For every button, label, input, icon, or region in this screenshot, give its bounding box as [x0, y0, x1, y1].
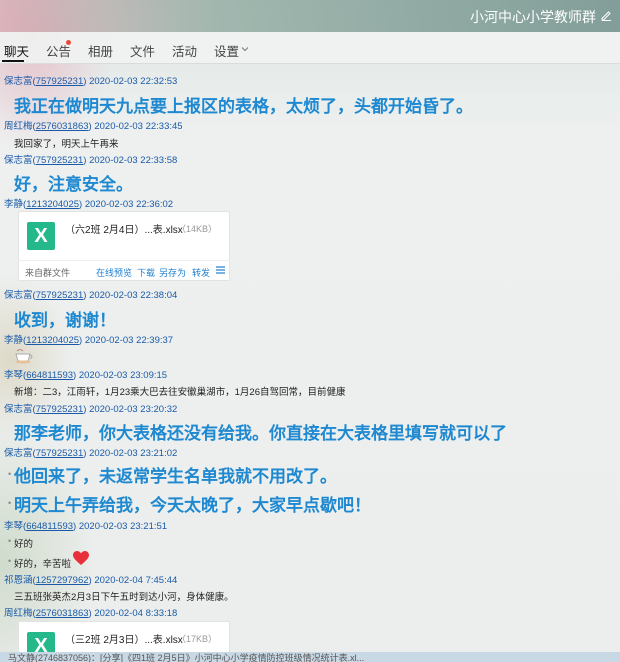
sender-uid[interactable]: 757925231 [36, 155, 84, 166]
message-meta: 保志富(757925231) 2020-02-03 22:32:53 [4, 76, 178, 87]
message-meta: 周红梅(2576031863) 2020-02-04 8:33:18 [4, 608, 178, 619]
message-text: 那李老师，你大表格还没有给我。你直接在大表格里填写就可以了 [14, 424, 507, 443]
sender-name[interactable]: 祁恩涵 [4, 575, 33, 586]
status-bar-text[interactable]: 马文静(2746837056)：[分享]《四1班 2月5日》小河中心小学疫情防控… [8, 652, 364, 662]
message-text: 他回来了，未返常学生名单我就不用改了。 [14, 467, 337, 486]
sender-name[interactable]: 保志富 [4, 76, 33, 87]
file-card[interactable]: X （六2班 2月4日）...表.xlsx （14KB） 来自群文件 在线预览 … [18, 211, 230, 281]
group-name: 小河中心小学教师群 [470, 9, 596, 25]
file-name[interactable]: （三2班 2月3日）...表.xlsx [65, 631, 183, 646]
message-time: 2020-02-03 23:21:51 [78, 521, 168, 532]
active-tab-indicator [2, 60, 24, 62]
file-name[interactable]: （六2班 2月4日）...表.xlsx [65, 221, 183, 236]
sender-name[interactable]: 周红梅 [4, 608, 33, 619]
tab-chat[interactable]: 聊天 [4, 41, 29, 60]
message-time: 2020-02-03 22:32:53 [89, 76, 178, 87]
message-text: 好的，辛苦啦 [14, 559, 72, 570]
tab-bar: 聊天 公告 相册 文件 活动 设置 [0, 32, 620, 64]
message-time: 2020-02-03 23:09:15 [78, 370, 168, 381]
sender-uid[interactable]: 1213204025 [26, 199, 79, 210]
message-time: 2020-02-03 22:33:45 [94, 121, 183, 132]
line-bullet: • [8, 469, 12, 479]
sender-name[interactable]: 保志富 [4, 290, 33, 301]
sender-name[interactable]: 保志富 [4, 155, 33, 166]
sender-uid[interactable]: 664811593 [26, 370, 73, 381]
message-time: 2020-02-04 7:45:44 [94, 575, 178, 586]
coffee-cup-icon [15, 349, 33, 364]
sender-uid[interactable]: 757925231 [36, 290, 84, 301]
message-meta: 保志富(757925231) 2020-02-03 23:21:02 [4, 448, 178, 459]
message-meta: 保志富(757925231) 2020-02-03 23:20:32 [4, 404, 178, 415]
message-time: 2020-02-03 23:21:02 [89, 448, 178, 459]
file-size: （14KB） [177, 224, 218, 234]
file-size: （17KB） [177, 634, 218, 644]
message-meta: 李琴(664811593) 2020-02-03 23:09:15 [4, 370, 168, 381]
file-source: 来自群文件 [25, 268, 71, 278]
message-meta: 李静(1213204025) 2020-02-03 22:39:37 [4, 335, 174, 346]
tab-activity[interactable]: 活动 [172, 41, 197, 60]
line-bullet: • [8, 498, 12, 508]
edit-pencil-icon[interactable] [600, 9, 612, 21]
sender-uid[interactable]: 757925231 [36, 404, 84, 415]
unread-dot [66, 40, 71, 45]
forward-link[interactable]: 转发 [192, 266, 210, 279]
message-text: 明天上午弄给我，今天太晚了，大家早点歇吧！ [14, 496, 371, 515]
sender-name[interactable]: 周红梅 [4, 121, 33, 132]
message-text: 我回家了，明天上午再来 [14, 139, 119, 150]
message-meta: 祁恩涵(1257297962) 2020-02-04 7:45:44 [4, 575, 178, 586]
tab-album[interactable]: 相册 [88, 41, 113, 60]
message-text: 好的 [14, 539, 34, 550]
message-meta: 周红梅(2576031863) 2020-02-03 22:33:45 [4, 121, 183, 132]
message-time: 2020-02-03 22:36:02 [84, 199, 174, 210]
message-text: 我正在做明天九点要上报区的表格，太烦了，头都开始昏了。 [14, 97, 473, 116]
tab-files[interactable]: 文件 [130, 41, 155, 60]
message-time: 2020-02-03 22:33:58 [89, 155, 178, 166]
preview-online-link[interactable]: 在线预览 [96, 266, 132, 279]
sender-name[interactable]: 李琴 [4, 521, 23, 532]
message-meta: 李琴(664811593) 2020-02-03 23:21:51 [4, 521, 168, 532]
message-time: 2020-02-04 8:33:18 [94, 608, 178, 619]
sender-uid[interactable]: 1257297962 [36, 575, 89, 586]
sender-uid[interactable]: 2576031863 [36, 121, 89, 132]
sender-uid[interactable]: 1213204025 [26, 335, 79, 346]
chevron-down-icon[interactable] [241, 46, 249, 52]
heart-icon [73, 551, 89, 565]
message-meta: 保志富(757925231) 2020-02-03 22:33:58 [4, 155, 178, 166]
tab-settings[interactable]: 设置 [214, 41, 239, 60]
menu-icon[interactable] [216, 266, 225, 274]
sender-name[interactable]: 李琴 [4, 370, 23, 381]
message-time: 2020-02-03 22:39:37 [84, 335, 174, 346]
sender-name[interactable]: 李静 [4, 335, 23, 346]
message-meta: 保志富(757925231) 2020-02-03 22:38:04 [4, 290, 178, 301]
sender-uid[interactable]: 2576031863 [36, 608, 89, 619]
message-text: 新增：二3，江雨轩，1月23乘大巴去往安徽巢湖市，1月26自驾回常，目前健康 [14, 387, 346, 398]
sender-name[interactable]: 保志富 [4, 448, 33, 459]
file-card[interactable]: X （三2班 2月3日）...表.xlsx （17KB） [18, 621, 230, 652]
message-meta: 李静(1213204025) 2020-02-03 22:36:02 [4, 199, 174, 210]
sender-uid[interactable]: 757925231 [36, 448, 84, 459]
download-link[interactable]: 下载 [137, 266, 155, 279]
message-text: 好，注意安全。 [14, 175, 133, 194]
sender-name[interactable]: 李静 [4, 199, 23, 210]
excel-file-icon: X [27, 222, 55, 250]
message-text: 收到，谢谢！ [14, 311, 116, 330]
sender-name[interactable]: 保志富 [4, 404, 33, 415]
sender-uid[interactable]: 664811593 [26, 521, 73, 532]
line-bullet: • [8, 536, 12, 546]
save-as-link[interactable]: 另存为 [159, 266, 186, 279]
file-card-footer: 来自群文件 在线预览 下载 另存为 转发 [19, 260, 229, 280]
status-bar[interactable]: 马文静(2746837056)：[分享]《四1班 2月5日》小河中心小学疫情防控… [0, 652, 620, 662]
line-bullet: • [8, 556, 12, 566]
message-time: 2020-02-03 22:38:04 [89, 290, 178, 301]
title-bar: 小河中心小学教师群 [0, 0, 620, 32]
message-time: 2020-02-03 23:20:32 [89, 404, 178, 415]
sender-uid[interactable]: 757925231 [36, 76, 84, 87]
message-text: 三五班张英杰2月3日下午五时到达小河，身体健康。 [14, 592, 234, 603]
chat-area[interactable]: 保志富(757925231) 2020-02-03 22:32:53 我正在做明… [0, 64, 620, 652]
excel-file-icon: X [27, 632, 55, 652]
